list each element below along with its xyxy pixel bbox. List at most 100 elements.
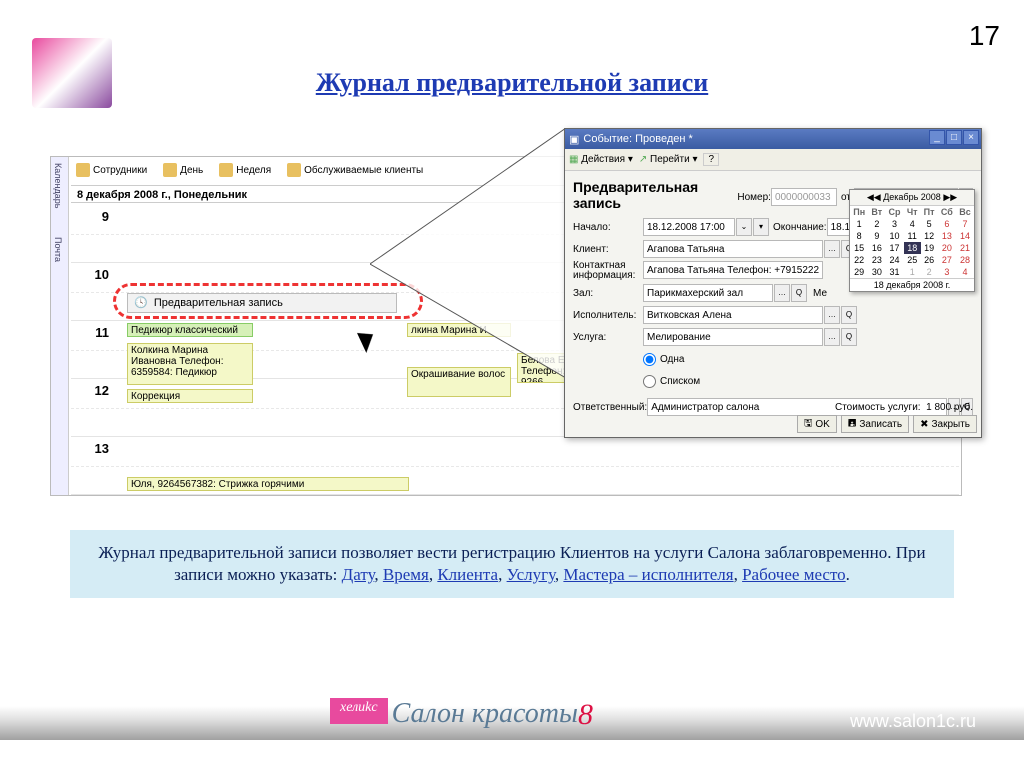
desc-link[interactable]: Услугу: [507, 565, 555, 584]
calendar-day[interactable]: 7: [956, 218, 974, 230]
calendar-day[interactable]: 3: [938, 266, 956, 278]
calendar-day[interactable]: 26: [921, 254, 938, 266]
maximize-button[interactable]: □: [946, 130, 962, 145]
calendar-day[interactable]: 10: [885, 230, 904, 242]
calendar-day[interactable]: 18: [904, 242, 921, 254]
toolbar-week[interactable]: Неделя: [214, 161, 276, 179]
appt-yulia[interactable]: Юля, 9264567382: Стрижка горячими: [127, 477, 409, 491]
calendar-day[interactable]: 1: [850, 218, 868, 230]
calendar-day[interactable]: 16: [868, 242, 885, 254]
event-dialog: ▣ Событие: Проведен * _ □ × ▦ Действия ▾…: [564, 128, 982, 438]
appt-coloring[interactable]: Окрашивание волос: [407, 367, 511, 397]
calendar-day[interactable]: 24: [885, 254, 904, 266]
desc-link[interactable]: Рабочее место: [742, 565, 846, 584]
label: День: [180, 165, 203, 176]
dialog-titlebar[interactable]: ▣ Событие: Проведен * _ □ ×: [565, 129, 981, 149]
calendar-day[interactable]: 11: [904, 230, 921, 242]
version-number: 8: [578, 698, 593, 732]
calendar-day[interactable]: 22: [850, 254, 868, 266]
calendar-day[interactable]: 13: [938, 230, 956, 242]
performer-clear[interactable]: Q: [841, 306, 857, 324]
start-clock[interactable]: ▾: [753, 218, 769, 236]
close-window-button[interactable]: ×: [963, 130, 979, 145]
calendar-day[interactable]: 3: [885, 218, 904, 230]
appt-kolkina[interactable]: Колкина Марина Ивановна Телефон: 6359584…: [127, 343, 253, 385]
description-box: Журнал предварительной записи позволяет …: [70, 530, 954, 598]
calendar-header[interactable]: ◀◀ Декабрь 2008 ▶▶: [850, 190, 974, 206]
client-icon: [287, 163, 301, 177]
start-input[interactable]: [643, 218, 735, 236]
client-input[interactable]: [643, 240, 823, 258]
end-label: Окончание:: [773, 222, 827, 233]
desc-link[interactable]: Дату: [342, 565, 375, 584]
cost-status: Стоимость услуги: 1 800 руб.: [835, 402, 973, 413]
calendar-day[interactable]: 21: [956, 242, 974, 254]
number-label: Номер:: [737, 192, 771, 203]
calendar-day[interactable]: 2: [921, 266, 938, 278]
calendar-day[interactable]: 31: [885, 266, 904, 278]
start-picker[interactable]: ⌄: [736, 218, 752, 236]
calendar-day[interactable]: 20: [938, 242, 956, 254]
toolbar-employees[interactable]: Сотрудники: [71, 161, 152, 179]
service-lookup[interactable]: …: [824, 328, 840, 346]
hour-13: 13: [85, 441, 109, 456]
appt-kolkina-name[interactable]: лкина Марина И: [407, 323, 511, 337]
calendar-day[interactable]: 9: [868, 230, 885, 242]
side-tab-mail[interactable]: Почта: [53, 237, 63, 262]
actions-menu[interactable]: ▦ Действия ▾: [569, 154, 633, 165]
radio-list-label: Списком: [660, 376, 700, 387]
calendar-day[interactable]: 12: [921, 230, 938, 242]
number-input[interactable]: [771, 188, 837, 206]
save-button[interactable]: 🖪 Записать: [841, 415, 909, 433]
side-tab-calendar[interactable]: Календарь: [53, 163, 63, 208]
appt-pedicure[interactable]: Педикюр классический: [127, 323, 253, 337]
calendar-day[interactable]: 2: [868, 218, 885, 230]
appt-preliminary[interactable]: 🕓 Предварительная запись: [127, 293, 397, 313]
client-lookup[interactable]: …: [824, 240, 840, 258]
desc-link[interactable]: Мастера – исполнителя: [563, 565, 733, 584]
calendar-day[interactable]: 5: [921, 218, 938, 230]
ok-button[interactable]: 🖫 OK: [797, 415, 837, 433]
hall-lookup[interactable]: …: [774, 284, 790, 302]
calendar-day[interactable]: 25: [904, 254, 921, 266]
toolbar-day[interactable]: День: [158, 161, 208, 179]
calendar-day[interactable]: 4: [904, 218, 921, 230]
calendar-day[interactable]: 27: [938, 254, 956, 266]
calendar-day[interactable]: 17: [885, 242, 904, 254]
toolbar-clients[interactable]: Обслуживаемые клиенты: [282, 161, 428, 179]
service-input[interactable]: [643, 328, 823, 346]
desc-link[interactable]: Клиента: [437, 565, 498, 584]
calendar-day[interactable]: 8: [850, 230, 868, 242]
appt-correction[interactable]: Коррекция: [127, 389, 253, 403]
calendar-day[interactable]: 14: [956, 230, 974, 242]
day-icon: [163, 163, 177, 177]
calendar-footer[interactable]: 18 декабря 2008 г.: [850, 278, 974, 291]
contact-input[interactable]: [643, 261, 823, 279]
help-button[interactable]: ?: [703, 153, 719, 166]
hall-clear[interactable]: Q: [791, 284, 807, 302]
calendar-day[interactable]: 29: [850, 266, 868, 278]
calendar-day[interactable]: 1: [904, 266, 921, 278]
performer-input[interactable]: [643, 306, 823, 324]
desc-link[interactable]: Время: [383, 565, 429, 584]
calendar-day[interactable]: 19: [921, 242, 938, 254]
calendar-day[interactable]: 4: [956, 266, 974, 278]
minimize-button[interactable]: _: [929, 130, 945, 145]
calendar-day[interactable]: 15: [850, 242, 868, 254]
radio-one[interactable]: [643, 353, 656, 366]
performer-label: Исполнитель:: [573, 310, 643, 321]
calendar-day[interactable]: 30: [868, 266, 885, 278]
calendar-table: ПнВтСрЧтПтСбВс 1234567891011121314151617…: [850, 206, 974, 278]
calendar-day[interactable]: 6: [938, 218, 956, 230]
close-button[interactable]: ✖ Закрыть: [913, 415, 977, 433]
hall-input[interactable]: [643, 284, 773, 302]
service-clear[interactable]: Q: [841, 328, 857, 346]
calendar-day[interactable]: 23: [868, 254, 885, 266]
goto-menu[interactable]: ↗ Перейти ▾: [639, 154, 698, 165]
radio-one-label: Одна: [660, 354, 684, 365]
footer-url[interactable]: www.salon1c.ru: [850, 711, 976, 732]
calendar-day[interactable]: 28: [956, 254, 974, 266]
radio-list[interactable]: [643, 375, 656, 388]
brand: хелиkс Салон красоты 8: [0, 684, 593, 740]
performer-lookup[interactable]: …: [824, 306, 840, 324]
